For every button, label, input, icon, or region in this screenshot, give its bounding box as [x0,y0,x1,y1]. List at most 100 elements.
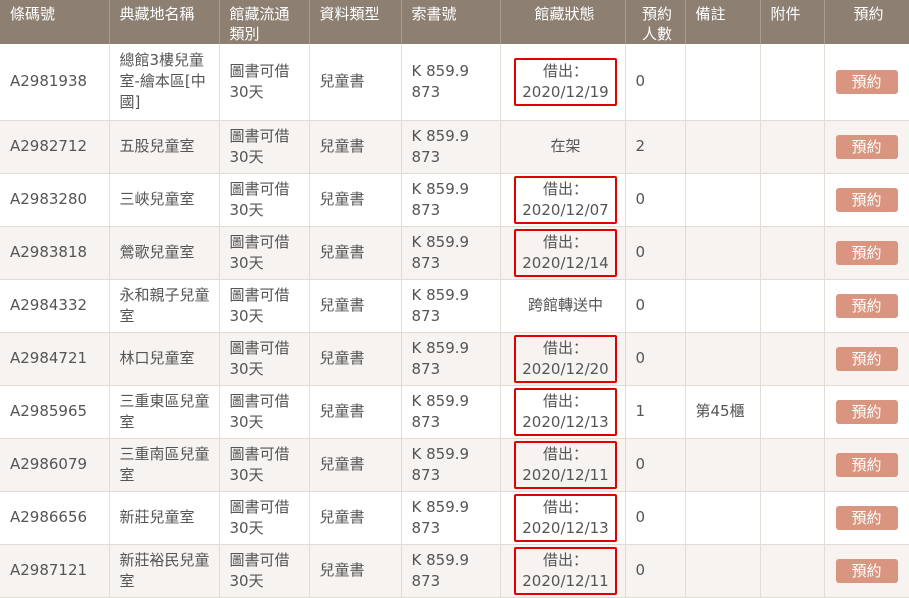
cell-note [685,120,761,174]
cell-status: 借出： 2020/12/14 [500,226,626,280]
cell-callno: K 859.9 873 [401,173,501,227]
cell-reserve: 預約 [824,438,909,492]
cell-holds: 0 [625,544,686,598]
header-attachment: 附件 [760,0,825,44]
cell-callno: K 859.9 873 [401,385,501,439]
cell-type: 兒童書 [309,438,402,492]
cell-barcode: A2986079 [0,438,110,492]
cell-attachment [760,120,825,174]
cell-status: 借出： 2020/12/13 [500,385,626,439]
cell-circulation: 圖書可借30天 [219,226,310,280]
cell-attachment [760,385,825,439]
reserve-button[interactable]: 預約 [835,346,898,371]
cell-circulation: 圖書可借30天 [219,491,310,545]
reserve-button[interactable]: 預約 [835,452,898,477]
cell-circulation: 圖書可借30天 [219,120,310,174]
cell-location: 三重東區兒童室 [109,385,220,439]
cell-attachment [760,44,825,121]
cell-location: 永和親子兒童室 [109,279,220,333]
header-note: 備註 [685,0,761,44]
table-row: A2982712 五股兒童室 圖書可借30天 兒童書 K 859.9 873 在架 2 預約 [0,120,909,174]
cell-type: 兒童書 [309,120,402,174]
cell-callno: K 859.9 873 [401,491,501,545]
cell-note [685,332,761,386]
cell-barcode: A2985965 [0,385,110,439]
status-highlight: 借出： 2020/12/14 [514,228,617,277]
cell-note [685,226,761,280]
cell-circulation: 圖書可借30天 [219,385,310,439]
cell-circulation: 圖書可借30天 [219,173,310,227]
status-highlight: 借出： 2020/12/13 [514,493,617,542]
cell-note [685,544,761,598]
cell-reserve: 預約 [824,491,909,545]
cell-circulation: 圖書可借30天 [219,438,310,492]
cell-type: 兒童書 [309,44,402,121]
cell-note [685,44,761,121]
status-highlight: 借出： 2020/12/07 [514,175,617,224]
cell-note [685,173,761,227]
cell-location: 鶯歌兒童室 [109,226,220,280]
table-row: A2986656 新莊兒童室 圖書可借30天 兒童書 K 859.9 873 借出： 202… [0,491,909,545]
cell-callno: K 859.9 873 [401,438,501,492]
table-row: A2987121 新莊裕民兒童室 圖書可借30天 兒童書 K 859.9 873 借出： 2… [0,544,909,598]
reserve-button[interactable]: 預約 [835,134,898,159]
cell-barcode: A2986656 [0,491,110,545]
cell-location: 總館3樓兒童室-繪本區[中國] [109,44,220,121]
cell-holds: 0 [625,438,686,492]
header-row: 條碼號 典藏地名稱 館藏流通 類別 資料類型 索書號 館藏狀態 預約 人數 備註 附… [0,0,909,44]
cell-barcode: A2984721 [0,332,110,386]
cell-barcode: A2987121 [0,544,110,598]
table-row: A2985965 三重東區兒童室 圖書可借30天 兒童書 K 859.9 873 借出： 2… [0,385,909,439]
reserve-button[interactable]: 預約 [835,69,898,94]
cell-reserve: 預約 [824,173,909,227]
reserve-button[interactable]: 預約 [835,240,898,265]
cell-holds: 0 [625,279,686,333]
status-highlight: 借出： 2020/12/19 [514,57,617,106]
cell-attachment [760,544,825,598]
table-row: A2984721 林口兒童室 圖書可借30天 兒童書 K 859.9 873 借出： 202… [0,332,909,386]
cell-note: 第45櫃 [685,385,761,439]
cell-barcode: A2984332 [0,279,110,333]
cell-callno: K 859.9 873 [401,544,501,598]
table-row: A2984332 永和親子兒童室 圖書可借30天 兒童書 K 859.9 873 跨館轉送… [0,279,909,333]
holdings-table: 條碼號 典藏地名稱 館藏流通 類別 資料類型 索書號 館藏狀態 預約 人數 備註 附… [0,0,909,598]
cell-status: 借出： 2020/12/20 [500,332,626,386]
status-highlight: 借出： 2020/12/11 [514,440,617,489]
header-type: 資料類型 [309,0,402,44]
cell-callno: K 859.9 873 [401,279,501,333]
reserve-button[interactable]: 預約 [835,399,898,424]
cell-type: 兒童書 [309,544,402,598]
cell-holds: 0 [625,491,686,545]
reserve-button[interactable]: 預約 [835,293,898,318]
cell-circulation: 圖書可借30天 [219,44,310,121]
cell-holds: 0 [625,226,686,280]
cell-status: 借出： 2020/12/11 [500,438,626,492]
cell-note [685,491,761,545]
cell-note [685,279,761,333]
cell-reserve: 預約 [824,44,909,121]
cell-holds: 0 [625,332,686,386]
cell-status: 借出： 2020/12/19 [500,44,626,121]
table-row: A2986079 三重南區兒童室 圖書可借30天 兒童書 K 859.9 873 借出： 2… [0,438,909,492]
cell-location: 新莊裕民兒童室 [109,544,220,598]
cell-reserve: 預約 [824,385,909,439]
status-highlight: 借出： 2020/12/13 [514,387,617,436]
cell-location: 林口兒童室 [109,332,220,386]
cell-barcode: A2983818 [0,226,110,280]
cell-type: 兒童書 [309,279,402,333]
cell-type: 兒童書 [309,226,402,280]
cell-location: 三峽兒童室 [109,173,220,227]
cell-status: 跨館轉送中 [500,279,626,333]
cell-callno: K 859.9 873 [401,226,501,280]
cell-barcode: A2983280 [0,173,110,227]
cell-status: 借出： 2020/12/13 [500,491,626,545]
cell-callno: K 859.9 873 [401,44,501,121]
cell-holds: 0 [625,44,686,121]
cell-reserve: 預約 [824,226,909,280]
reserve-button[interactable]: 預約 [835,187,898,212]
cell-callno: K 859.9 873 [401,120,501,174]
cell-callno: K 859.9 873 [401,332,501,386]
cell-type: 兒童書 [309,332,402,386]
reserve-button[interactable]: 預約 [835,505,898,530]
reserve-button[interactable]: 預約 [835,558,898,583]
